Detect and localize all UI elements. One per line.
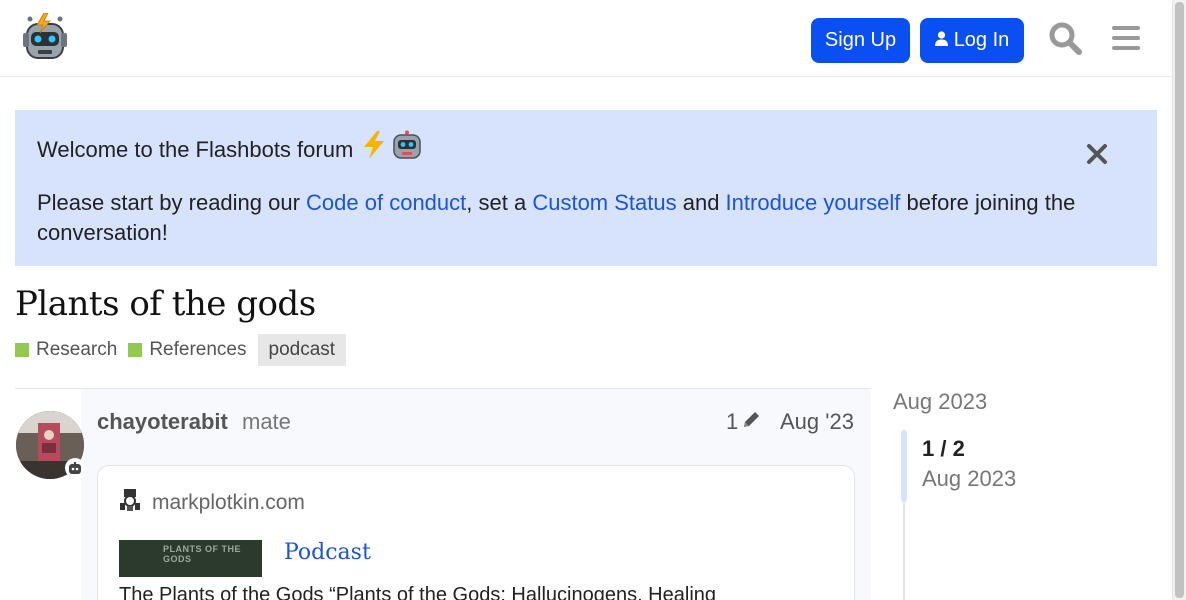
edit-count: 1 xyxy=(726,409,739,434)
robot-badge-icon xyxy=(65,458,85,478)
banner-text-part: Please start by reading our xyxy=(37,190,307,215)
site-header: Sign Up Log In xyxy=(0,0,1172,77)
banner-text-part: and xyxy=(676,190,726,215)
category-references[interactable]: References xyxy=(128,339,247,361)
user-icon xyxy=(934,29,948,52)
category-label: References xyxy=(149,339,247,360)
banner-title-text: Welcome to the Flashbots forum xyxy=(37,136,354,162)
onebox-source-domain: markplotkin.com xyxy=(152,491,305,514)
page-scrollbar[interactable] xyxy=(1172,0,1186,600)
pencil-icon xyxy=(742,409,760,435)
sign-up-label: Sign Up xyxy=(824,29,897,51)
sign-up-button[interactable]: Sign Up xyxy=(811,18,910,63)
banner-title: Welcome to the Flashbots forum xyxy=(37,130,1135,169)
log-in-label: Log In xyxy=(953,29,1010,51)
category-color-swatch xyxy=(128,343,143,357)
code-of-conduct-link[interactable]: Code of conduct xyxy=(306,190,466,215)
user-title: mate xyxy=(242,409,291,434)
search-icon[interactable] xyxy=(1047,20,1083,56)
timeline-position: 1 / 2 xyxy=(922,436,965,461)
onebox-excerpt: The Plants of the Gods “Plants of the Go… xyxy=(119,584,717,600)
banner-text-part: , set a xyxy=(466,190,533,215)
tag-podcast[interactable]: podcast xyxy=(257,334,347,366)
timeline-scroller-handle[interactable] xyxy=(901,430,907,502)
edit-history-button[interactable]: 1 xyxy=(726,409,760,435)
flashbots-logo[interactable] xyxy=(22,12,68,61)
robot-icon xyxy=(391,130,423,169)
post-date[interactable]: Aug '23 xyxy=(780,409,854,435)
category-research[interactable]: Research xyxy=(15,339,117,361)
onebox-thumbnail[interactable]: PLANTS OF THE GODS xyxy=(119,540,262,577)
introduce-yourself-link[interactable]: Introduce yourself xyxy=(726,190,901,215)
site-favicon-icon xyxy=(118,488,142,518)
log-in-button[interactable]: Log In xyxy=(920,18,1024,63)
scrollbar-thumb[interactable] xyxy=(1175,2,1184,598)
topic-meta: Research References podcast xyxy=(15,334,347,366)
custom-status-link[interactable]: Custom Status xyxy=(532,190,676,215)
post: chayoterabit mate 1 Aug '23 markplotkin.… xyxy=(15,388,871,600)
post-username[interactable]: chayoterabit xyxy=(97,409,228,435)
hamburger-menu-icon[interactable] xyxy=(1108,20,1144,56)
lightning-icon xyxy=(361,131,387,168)
timeline-start-date[interactable]: Aug 2023 xyxy=(893,389,987,415)
topic-title[interactable]: Plants of the gods xyxy=(15,284,316,324)
timeline-current-date: Aug 2023 xyxy=(922,466,1017,491)
category-label: Research xyxy=(36,339,118,360)
link-preview-onebox[interactable]: markplotkin.com PLANTS OF THE GODS Podca… xyxy=(97,465,855,600)
onebox-title-link[interactable]: Podcast xyxy=(284,540,371,565)
close-banner-icon[interactable] xyxy=(1085,142,1109,166)
onebox-source[interactable]: markplotkin.com xyxy=(118,488,305,518)
banner-message: Please start by reading our Code of cond… xyxy=(37,188,1127,248)
welcome-banner: Welcome to the Flashbots forum Please st… xyxy=(15,110,1157,266)
category-color-swatch xyxy=(15,343,29,357)
